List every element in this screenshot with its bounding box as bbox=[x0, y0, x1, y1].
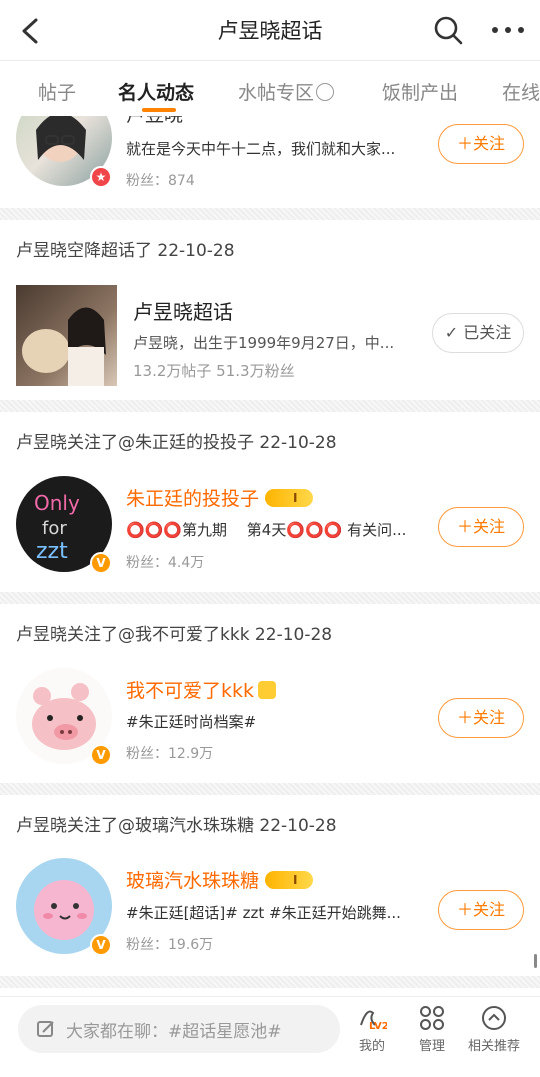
fans-count: 粉丝：4.4万 bbox=[126, 555, 205, 571]
topic-name[interactable]: 卢昱晓超话 bbox=[133, 296, 233, 325]
tab-celebrity-updates[interactable]: 名人动态 bbox=[118, 78, 194, 105]
crown-level-icon bbox=[265, 871, 314, 889]
svg-text:for: for bbox=[42, 518, 67, 539]
bottom-bar: 大家都在聊：#超话星愿池# LV2 我的 管理 相关推荐 bbox=[0, 996, 540, 1077]
divider bbox=[0, 208, 540, 220]
nav-label: 我的 bbox=[358, 1039, 385, 1054]
edit-icon bbox=[37, 1021, 54, 1037]
user-desc: ⭕⭕⭕第九期 第4天⭕⭕⭕ 有关问... bbox=[126, 521, 407, 539]
svg-text:LV2: LV2 bbox=[369, 1021, 387, 1031]
follow-button[interactable]: ＋关注 bbox=[438, 507, 524, 547]
nav-label: 管理 bbox=[418, 1039, 445, 1054]
svg-text:zzt: zzt bbox=[36, 539, 68, 564]
back-arrow-icon[interactable] bbox=[14, 14, 48, 48]
user-name-text: 玻璃汽水珠珠糖 bbox=[126, 870, 260, 892]
user-name[interactable]: 朱正廷的投投子 bbox=[126, 484, 314, 511]
chevron-up-circle-icon bbox=[482, 1006, 506, 1030]
crown-level-icon bbox=[265, 489, 314, 507]
top-bar: 卢昱晓超话 bbox=[0, 0, 540, 60]
nav-manage[interactable]: 管理 bbox=[402, 1005, 462, 1054]
active-tab-indicator bbox=[142, 108, 176, 112]
page-title: 卢昱晓超话 bbox=[217, 19, 323, 43]
divider bbox=[0, 592, 540, 604]
topic-desc: 卢昱晓，出生于1999年9月27日，中... bbox=[133, 334, 395, 352]
fans-count: 粉丝：12.9万 bbox=[126, 746, 214, 762]
divider bbox=[0, 400, 540, 412]
divider bbox=[0, 783, 540, 795]
user-name[interactable]: 玻璃汽水珠珠糖 bbox=[126, 866, 314, 893]
followed-button[interactable]: ✓ 已关注 bbox=[432, 313, 524, 353]
comment-input[interactable]: 大家都在聊：#超话星愿池# bbox=[18, 1005, 340, 1053]
verified-badge: V bbox=[90, 744, 112, 766]
user-desc: 就在是今天中午十二点，我们就和大家... bbox=[126, 140, 396, 158]
crown-emoji-icon bbox=[258, 681, 277, 699]
smiley-icon bbox=[316, 83, 335, 101]
fans-count: 粉丝：874 bbox=[126, 173, 195, 189]
follow-button[interactable]: ＋关注 bbox=[438, 124, 524, 164]
tab-online[interactable]: 在线 bbox=[502, 78, 540, 105]
activity-header: 卢昱晓关注了@朱正廷的投投子 22-10-28 bbox=[16, 433, 337, 453]
verified-badge: ★ bbox=[90, 166, 112, 188]
input-placeholder: 大家都在聊：#超话星愿池# bbox=[66, 1021, 282, 1042]
fans-count: 粉丝：19.6万 bbox=[126, 937, 214, 953]
topic-stats: 13.2万帖子 51.3万粉丝 bbox=[133, 362, 295, 380]
tab-fan-works[interactable]: 饭制产出 bbox=[382, 78, 458, 105]
tab-water-posts[interactable]: 水帖专区 bbox=[238, 78, 335, 105]
nav-mine[interactable]: LV2 我的 bbox=[342, 1005, 402, 1054]
user-desc: #朱正廷[超话]# zzt #朱正廷开始跳舞... bbox=[126, 904, 401, 922]
user-desc: #朱正廷时尚档案# bbox=[126, 713, 257, 731]
tab-posts[interactable]: 帖子 bbox=[38, 78, 76, 105]
divider bbox=[0, 976, 540, 988]
user-name[interactable]: 我不可爱了kkk bbox=[126, 676, 277, 703]
verified-badge: V bbox=[90, 552, 112, 574]
more-icon[interactable] bbox=[488, 14, 528, 46]
grid-icon bbox=[420, 1006, 444, 1030]
verified-badge: V bbox=[90, 934, 112, 956]
nav-label: 相关推荐 bbox=[467, 1039, 520, 1054]
activity-header: 卢昱晓空降超话了 22-10-28 bbox=[16, 241, 235, 261]
follow-button[interactable]: ＋关注 bbox=[438, 890, 524, 930]
svg-text:Only: Only bbox=[34, 491, 80, 515]
scrollbar[interactable] bbox=[534, 954, 537, 968]
follow-button[interactable]: ＋关注 bbox=[438, 698, 524, 738]
user-name-text: 朱正廷的投投子 bbox=[126, 488, 260, 510]
feed-list[interactable]: ★ 卢昱晓 就在是今天中午十二点，我们就和大家... 粉丝：874 ＋关注 卢昱… bbox=[0, 116, 540, 996]
topic-cover-image[interactable] bbox=[16, 285, 117, 386]
user-name-text: 我不可爱了kkk bbox=[126, 680, 255, 702]
tab-label: 水帖专区 bbox=[238, 82, 315, 104]
activity-header: 卢昱晓关注了@我不可爱了kkk 22-10-28 bbox=[16, 625, 333, 645]
lv2-icon: LV2 bbox=[360, 1010, 387, 1031]
nav-related[interactable]: 相关推荐 bbox=[462, 1005, 526, 1054]
user-name[interactable]: 卢昱晓 bbox=[126, 116, 183, 127]
search-icon[interactable] bbox=[432, 14, 464, 46]
activity-header: 卢昱晓关注了@玻璃汽水珠珠糖 22-10-28 bbox=[16, 816, 337, 836]
tab-bar: 帖子 名人动态 水帖专区 饭制产出 在线 bbox=[0, 60, 540, 116]
